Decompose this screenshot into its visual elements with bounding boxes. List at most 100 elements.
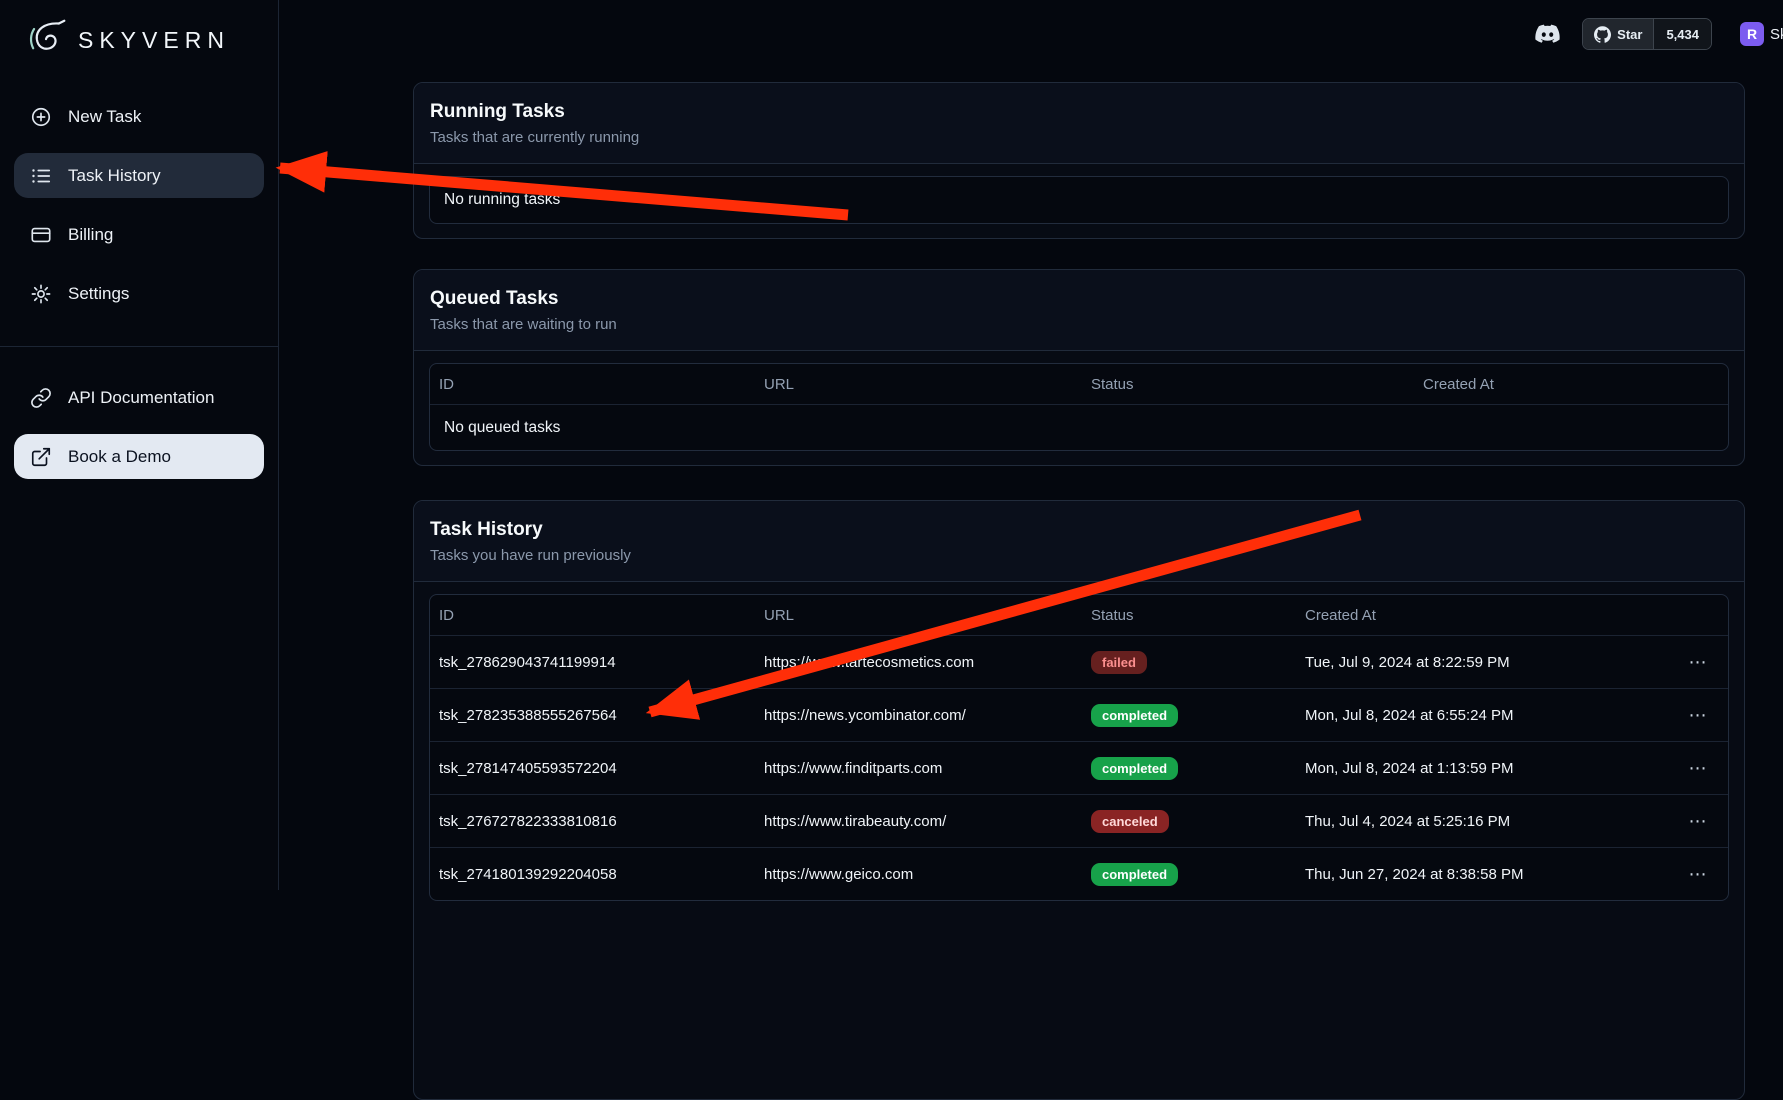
list-icon [30,165,52,187]
task-id: tsk_276727822333810816 [439,813,764,830]
task-history-title: Task History [430,517,1728,543]
logo[interactable]: SKYVERN [14,14,264,64]
sidebar-nav: New Task Task History Billing Settings [14,94,264,479]
task-id: tsk_278235388555267564 [439,707,764,724]
task-url: https://www.finditparts.com [764,760,1091,777]
row-menu-button[interactable]: ⋯ [1668,758,1728,779]
cut-off-username: Sk [1770,26,1783,43]
task-created-at: Thu, Jun 27, 2024 at 8:38:58 PM [1305,866,1668,883]
running-tasks-table: No running tasks [429,176,1729,224]
running-tasks-card: Running Tasks Tasks that are currently r… [413,82,1745,239]
column-id: ID [439,607,764,624]
github-icon [1594,26,1611,43]
task-created-at: Tue, Jul 9, 2024 at 8:22:59 PM [1305,654,1668,671]
status-badge: completed [1091,863,1178,886]
task-url: https://news.ycombinator.com/ [764,707,1091,724]
running-tasks-subtitle: Tasks that are currently running [430,127,1728,149]
table-row[interactable]: tsk_274180139292204058 https://www.geico… [430,847,1728,900]
task-id: tsk_278147405593572204 [439,760,764,777]
sidebar-item-label: Billing [68,225,113,245]
table-row[interactable]: tsk_278235388555267564 https://news.ycom… [430,688,1728,741]
discord-icon [1534,24,1561,45]
task-status-cell: completed [1091,757,1305,780]
row-menu-button[interactable]: ⋯ [1668,864,1728,885]
task-url: https://www.geico.com [764,866,1091,883]
queued-tasks-header: Queued Tasks Tasks that are waiting to r… [414,270,1744,351]
column-url: URL [764,607,1091,624]
status-badge: completed [1091,704,1178,727]
task-status-cell: failed [1091,651,1305,674]
main-content: Star 5,434 R Sk Running Tasks Tasks that… [279,0,1783,890]
github-star-button[interactable]: Star [1583,19,1653,49]
task-id: tsk_278629043741199914 [439,654,764,671]
sidebar-item-label: API Documentation [68,388,214,408]
queued-tasks-title: Queued Tasks [430,286,1728,312]
link-icon [30,387,52,409]
status-badge: completed [1091,757,1178,780]
book-a-demo-button[interactable]: Book a Demo [14,434,264,479]
task-status-cell: completed [1091,704,1305,727]
discord-button[interactable] [1532,19,1562,49]
sidebar-item-label: Book a Demo [68,447,171,467]
column-status: Status [1091,607,1305,624]
github-star-widget[interactable]: Star 5,434 [1582,18,1712,50]
sidebar-item-api-documentation[interactable]: API Documentation [14,375,264,420]
credit-card-icon [30,224,52,246]
task-status-cell: canceled [1091,810,1305,833]
task-url: https://www.tartecosmetics.com [764,654,1091,671]
status-badge: failed [1091,651,1147,674]
app-root: SKYVERN New Task Task History Billing [0,0,1783,890]
status-badge: canceled [1091,810,1169,833]
task-history-body: ID URL Status Created At tsk_27862904374… [414,582,1744,915]
brand-name: SKYVERN [78,27,230,54]
task-status-cell: completed [1091,863,1305,886]
skyvern-logo-icon [24,18,68,62]
task-id: tsk_274180139292204058 [439,866,764,883]
plus-circle-icon [30,106,52,128]
sidebar-item-settings[interactable]: Settings [14,271,264,316]
column-created-at: Created At [1423,376,1728,393]
task-history-card: Task History Tasks you have run previous… [413,500,1745,1100]
sidebar-item-billing[interactable]: Billing [14,212,264,257]
sidebar-item-new-task[interactable]: New Task [14,94,264,139]
row-menu-button[interactable]: ⋯ [1668,652,1728,673]
column-status: Status [1091,376,1423,393]
column-url: URL [764,376,1091,393]
task-history-table-header: ID URL Status Created At [430,595,1728,635]
sidebar-item-label: Settings [68,284,129,304]
task-created-at: Mon, Jul 8, 2024 at 1:13:59 PM [1305,760,1668,777]
queued-tasks-table: ID URL Status Created At No queued tasks [429,363,1729,451]
column-id: ID [439,376,764,393]
sidebar-item-task-history[interactable]: Task History [14,153,264,198]
sidebar-item-label: Task History [68,166,161,186]
task-url: https://www.tirabeauty.com/ [764,813,1091,830]
topbar: Star 5,434 R Sk [1532,18,1783,50]
task-created-at: Thu, Jul 4, 2024 at 5:25:16 PM [1305,813,1668,830]
github-star-count[interactable]: 5,434 [1653,19,1711,49]
table-row[interactable]: tsk_278629043741199914 https://www.tarte… [430,635,1728,688]
row-menu-button[interactable]: ⋯ [1668,705,1728,726]
no-running-tasks-message: No running tasks [430,177,1728,223]
queued-tasks-subtitle: Tasks that are waiting to run [430,314,1728,336]
table-row[interactable]: tsk_276727822333810816 https://www.tirab… [430,794,1728,847]
row-menu-button[interactable]: ⋯ [1668,811,1728,832]
gear-icon [30,283,52,305]
running-tasks-body: No running tasks [414,164,1744,238]
github-star-label: Star [1617,27,1642,42]
task-history-subtitle: Tasks you have run previously [430,545,1728,567]
queued-tasks-body: ID URL Status Created At No queued tasks [414,351,1744,465]
running-tasks-title: Running Tasks [430,99,1728,125]
column-created-at: Created At [1305,607,1668,624]
no-queued-tasks-message: No queued tasks [430,404,1728,450]
avatar[interactable]: R [1740,22,1764,46]
table-row[interactable]: tsk_278147405593572204 https://www.findi… [430,741,1728,794]
external-link-icon [30,446,52,468]
sidebar-divider [0,346,278,347]
sidebar-item-label: New Task [68,107,141,127]
task-history-header: Task History Tasks you have run previous… [414,501,1744,582]
task-history-table: ID URL Status Created At tsk_27862904374… [429,594,1729,901]
task-created-at: Mon, Jul 8, 2024 at 6:55:24 PM [1305,707,1668,724]
queued-table-header: ID URL Status Created At [430,364,1728,404]
running-tasks-header: Running Tasks Tasks that are currently r… [414,83,1744,164]
queued-tasks-card: Queued Tasks Tasks that are waiting to r… [413,269,1745,466]
